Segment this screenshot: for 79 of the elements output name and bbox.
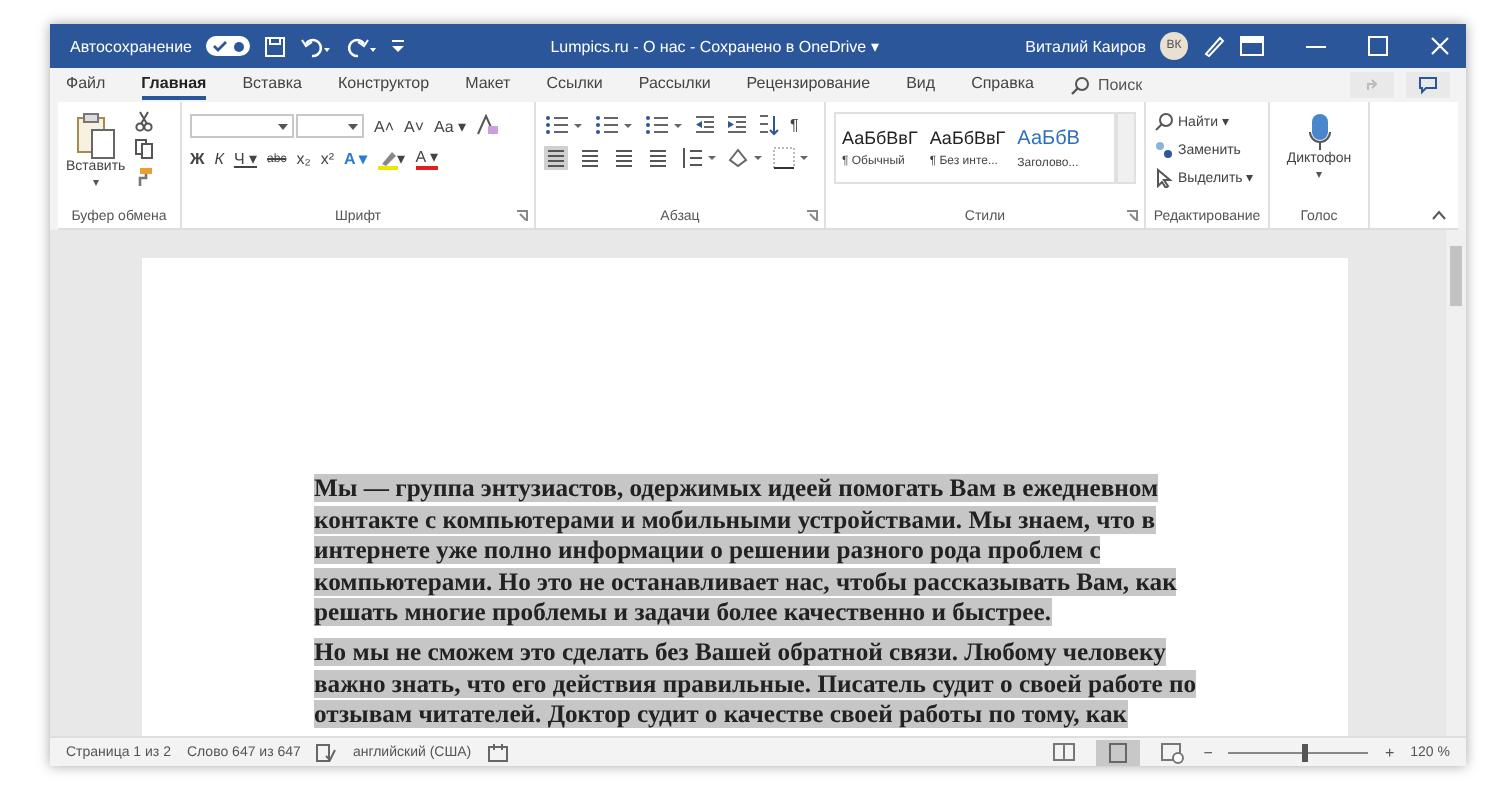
font-name-field[interactable] xyxy=(190,114,294,138)
maximize-icon[interactable] xyxy=(1368,36,1388,56)
web-layout-icon[interactable] xyxy=(1155,740,1188,764)
gallery-scrollbar[interactable] xyxy=(1116,112,1136,184)
redo-icon[interactable] xyxy=(345,35,378,57)
ribbon-tab[interactable]: Справка xyxy=(971,70,1034,100)
ribbon-tab[interactable]: Конструктор xyxy=(337,70,430,100)
print-layout-icon[interactable] xyxy=(1095,739,1140,765)
read-mode-icon[interactable] xyxy=(1047,740,1080,764)
check-icon xyxy=(211,40,228,52)
copy-icon[interactable] xyxy=(133,138,154,160)
customize-caret-icon[interactable] xyxy=(391,38,404,54)
clipboard-icon xyxy=(75,112,116,160)
increase-indent-icon[interactable] xyxy=(726,114,748,136)
dialog-launcher-icon[interactable] xyxy=(1126,210,1138,222)
cursor-icon xyxy=(1154,168,1174,188)
list-icon[interactable] xyxy=(644,114,684,136)
clear-formatting-icon[interactable] xyxy=(476,114,501,138)
search-icon[interactable] xyxy=(1069,75,1090,95)
font-button[interactable]: x₂ xyxy=(296,150,311,168)
list-icon[interactable] xyxy=(594,114,634,136)
caret-icon xyxy=(348,123,358,129)
list-icon[interactable] xyxy=(544,114,584,136)
shading-icon[interactable] xyxy=(726,146,762,170)
highlighter-icon xyxy=(377,149,398,169)
ribbon-display-icon[interactable] xyxy=(1240,36,1264,56)
zoom-in-button[interactable]: + xyxy=(1384,743,1395,761)
paragraph: Мы — группа энтузиастов, одержимых идеей помогать Вам в ежедневном контакте с компьютерами и мобильными устройствами. Мы знаем, что в интернете уже полно информации о решении разного рода проблем с компьютерами. Но это не останавливает нас, чтобы рассказывать Вам, как решать многие проблемы и задачи более качественно и быстрее. xyxy=(314,474,1179,630)
ribbon-tab[interactable]: Вид xyxy=(906,70,936,100)
ribbon-tab[interactable]: Рассылки xyxy=(638,70,711,100)
font-button[interactable]: Aa ▾ xyxy=(434,117,467,135)
caret-icon xyxy=(278,123,288,129)
ribbon-tab[interactable]: Ссылки xyxy=(546,70,603,100)
align-icon[interactable] xyxy=(646,146,670,170)
window-title: Lumpics.ru - О нас - Сохранено в OneDrive ▾ xyxy=(548,37,881,55)
borders-icon[interactable] xyxy=(772,146,808,170)
ribbon-tab[interactable]: Вставка xyxy=(242,70,302,100)
font-button[interactable]: Ж xyxy=(190,150,205,168)
align-icon[interactable] xyxy=(578,146,602,170)
ribbon-tab[interactable]: Рецензирование xyxy=(746,70,871,100)
comment-icon[interactable] xyxy=(1406,72,1450,98)
save-icon[interactable] xyxy=(263,35,286,57)
font-button[interactable]: К xyxy=(214,150,224,168)
collapse-ribbon-icon[interactable] xyxy=(1432,210,1446,220)
autosave-label: Автосохранение xyxy=(70,37,192,55)
pen-icon[interactable] xyxy=(1202,34,1226,58)
align-icon[interactable] xyxy=(612,146,636,170)
font-button[interactable]: x² xyxy=(320,150,334,168)
macro-icon[interactable] xyxy=(487,743,508,761)
align-icon[interactable] xyxy=(544,146,568,170)
user-name[interactable]: Виталий Каиров xyxy=(1025,37,1146,55)
font-button[interactable]: A ▾ xyxy=(343,150,368,168)
dialog-launcher-icon[interactable] xyxy=(516,210,528,222)
decrease-indent-icon[interactable] xyxy=(694,114,716,136)
paragraph: Но мы не сможем это сделать без Вашей обратной связи. Любому человеку важно знать, что его действия правильные. Писатель судит о своей работе по отзывам читателей. Доктор судит о качестве своей работы по тому, как xyxy=(314,637,1199,732)
dialog-launcher-icon[interactable] xyxy=(806,210,818,222)
font-size-field[interactable] xyxy=(296,114,364,138)
undo-icon[interactable] xyxy=(299,35,332,57)
zoom-out-button[interactable]: − xyxy=(1203,743,1213,761)
microphone-icon xyxy=(1307,112,1331,152)
autosave-toggle[interactable] xyxy=(205,36,250,56)
search-icon xyxy=(1154,112,1174,132)
proofing-icon[interactable] xyxy=(316,743,337,761)
scissors-icon[interactable] xyxy=(133,110,154,132)
pilcrow-button[interactable]: ¶ xyxy=(790,116,799,134)
sort-icon[interactable] xyxy=(758,114,780,136)
font-button[interactable]: A ▾ xyxy=(415,148,438,170)
close-icon[interactable] xyxy=(1430,36,1450,56)
ribbon-tab[interactable]: Макет xyxy=(465,70,511,100)
vertical-scrollbar[interactable] xyxy=(1446,230,1466,736)
search-field[interactable]: Поиск xyxy=(1097,76,1143,94)
font-button[interactable]: Ч ▾ xyxy=(233,150,258,168)
replace-icon xyxy=(1154,140,1174,160)
font-button[interactable]: ▾ xyxy=(377,149,406,169)
line-spacing-icon[interactable] xyxy=(680,146,716,170)
font-button[interactable]: A˄ xyxy=(374,117,395,135)
font-button[interactable]: A˅ xyxy=(404,117,425,135)
ribbon-tab[interactable]: Файл xyxy=(66,70,106,100)
format-painter-icon[interactable] xyxy=(133,166,154,188)
